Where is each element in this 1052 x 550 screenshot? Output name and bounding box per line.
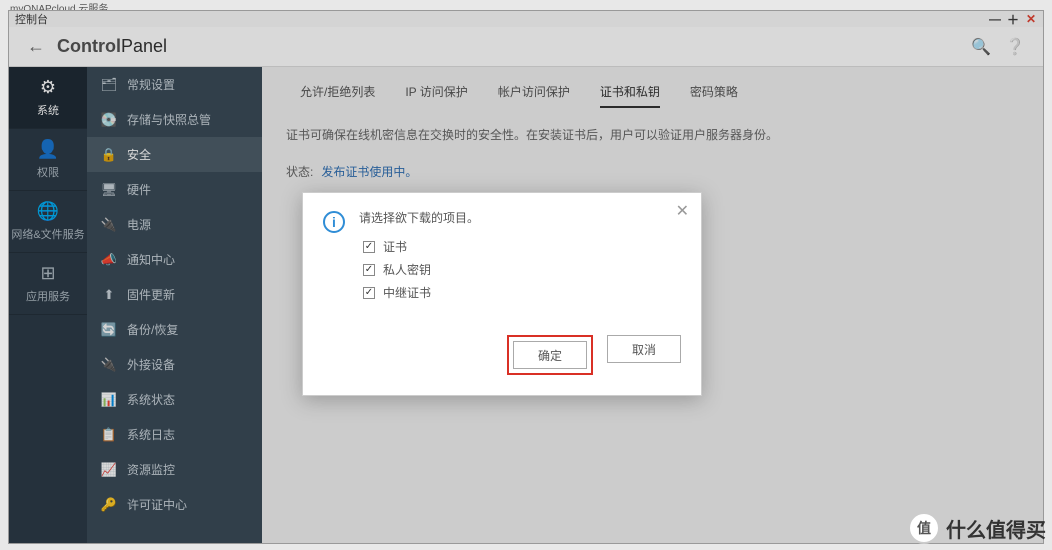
cancel-button[interactable]: 取消 (607, 335, 681, 363)
sub-menu-item[interactable]: 🔑 许可证中心 (87, 487, 262, 522)
sub-item-label: 存储与快照总管 (127, 111, 211, 128)
maximize-button[interactable]: ＋ (1007, 13, 1019, 25)
sub-item-icon: 🖥 (101, 182, 117, 198)
dialog-close-icon[interactable]: ✕ (676, 201, 689, 221)
window-controls: — ＋ ✕ (989, 13, 1037, 25)
checkbox-icon[interactable]: ✓ (363, 264, 375, 276)
tab[interactable]: IP 访问保护 (405, 83, 467, 108)
sub-item-icon: 📊 (101, 392, 117, 408)
checkbox-label: 证书 (383, 238, 407, 255)
sub-menu: 🗂 常规设置 💽 存储与快照总管 🔒 安全 🖥 硬件 🔌 电源 📣 通知中心 ⬆ 固件更新 🔄 备份/恢复 🔌 外… (87, 67, 262, 543)
sub-item-icon: 🔑 (101, 497, 117, 513)
sub-item-label: 备份/恢复 (127, 321, 178, 338)
watermark-text: 什么值得买 (946, 514, 1046, 543)
sub-menu-item[interactable]: ⬆ 固件更新 (87, 277, 262, 312)
rail-icon: 🌐 (37, 201, 59, 222)
rail-label: 网络&文件服务 (11, 226, 84, 242)
rail-icon: 👤 (37, 139, 59, 160)
sub-item-label: 电源 (127, 216, 151, 233)
rail-item[interactable]: 🌐 网络&文件服务 (9, 191, 87, 253)
sub-item-icon: 🔌 (101, 357, 117, 373)
rail-icon: ⚙ (40, 77, 56, 98)
help-icon[interactable]: ❔ (1005, 37, 1025, 57)
sub-item-icon: 🔒 (101, 147, 117, 163)
rail-label: 权限 (37, 164, 59, 180)
checkbox-row[interactable]: ✓ 证书 (363, 238, 479, 255)
rail-label: 应用服务 (26, 288, 70, 304)
sub-menu-item[interactable]: 🔌 外接设备 (87, 347, 262, 382)
info-icon: i (323, 211, 345, 233)
sub-menu-item[interactable]: 🖥 硬件 (87, 172, 262, 207)
download-dialog: ✕ i 请选择欲下载的项目。 ✓ 证书 ✓ 私人密钥 ✓ 中继证书 确定 取消 (302, 192, 702, 396)
panel-title: ControlPanel (57, 36, 167, 57)
checkbox-row[interactable]: ✓ 中继证书 (363, 284, 479, 301)
ok-button[interactable]: 确定 (513, 341, 587, 369)
checkbox-icon[interactable]: ✓ (363, 287, 375, 299)
tab[interactable]: 密码策略 (690, 83, 738, 108)
tab[interactable]: 证书和私钥 (600, 83, 660, 108)
sub-menu-item[interactable]: 🔒 安全 (87, 137, 262, 172)
checkbox-label: 中继证书 (383, 284, 431, 301)
window-title: 控制台 (15, 11, 48, 27)
status-row: 状态: 发布证书使用中。 (286, 163, 1019, 180)
search-icon[interactable]: 🔍 (971, 37, 991, 57)
checkbox-icon[interactable]: ✓ (363, 241, 375, 253)
rail-item[interactable]: ⊞ 应用服务 (9, 253, 87, 315)
sub-menu-item[interactable]: 📋 系统日志 (87, 417, 262, 452)
tab[interactable]: 帐户访问保护 (498, 83, 570, 108)
tab-bar: 允许/拒绝列表 IP 访问保护 帐户访问保护 证书和私钥 密码策略 (286, 83, 1019, 108)
panel-header: ← ControlPanel 🔍 ❔ (9, 27, 1043, 67)
dialog-prompt: 请选择欲下载的项目。 (359, 209, 479, 226)
close-button[interactable]: ✕ (1025, 13, 1037, 25)
sub-item-label: 固件更新 (127, 286, 175, 303)
sub-menu-item[interactable]: 📊 系统状态 (87, 382, 262, 417)
sub-menu-item[interactable]: 🔌 电源 (87, 207, 262, 242)
rail-label: 系统 (37, 102, 59, 118)
sub-item-icon: 📋 (101, 427, 117, 443)
description-text: 证书可确保在线机密信息在交换时的安全性。在安装证书后，用户可以验证用户服务器身份… (286, 126, 1019, 143)
sub-item-icon: 🔌 (101, 217, 117, 233)
back-arrow-icon[interactable]: ← (27, 36, 45, 57)
checkbox-label: 私人密钥 (383, 261, 431, 278)
tab[interactable]: 允许/拒绝列表 (300, 83, 375, 108)
sub-item-label: 硬件 (127, 181, 151, 198)
sub-item-icon: 💽 (101, 112, 117, 128)
rail-item[interactable]: 👤 权限 (9, 129, 87, 191)
sub-item-label: 系统日志 (127, 426, 175, 443)
sub-item-icon: 🗂 (101, 77, 117, 93)
status-value: 发布证书使用中。 (321, 163, 417, 180)
sub-item-label: 常规设置 (127, 76, 175, 93)
sub-item-icon: 🔄 (101, 322, 117, 338)
rail-icon: ⊞ (40, 263, 55, 284)
sub-item-label: 通知中心 (127, 251, 175, 268)
sub-menu-item[interactable]: 📣 通知中心 (87, 242, 262, 277)
sub-menu-item[interactable]: 📈 资源监控 (87, 452, 262, 487)
sub-item-label: 安全 (127, 146, 151, 163)
sub-menu-item[interactable]: 💽 存储与快照总管 (87, 102, 262, 137)
checkbox-row[interactable]: ✓ 私人密钥 (363, 261, 479, 278)
sub-item-label: 资源监控 (127, 461, 175, 478)
sub-item-icon: ⬆ (101, 287, 117, 303)
sub-item-icon: 📈 (101, 462, 117, 478)
sub-item-label: 外接设备 (127, 356, 175, 373)
sub-item-label: 许可证中心 (127, 496, 187, 513)
rail-item[interactable]: ⚙ 系统 (9, 67, 87, 129)
ok-highlight: 确定 (507, 335, 593, 375)
minimize-button[interactable]: — (989, 13, 1001, 25)
status-label: 状态: (286, 163, 313, 180)
sub-menu-item[interactable]: 🔄 备份/恢复 (87, 312, 262, 347)
category-rail: ⚙ 系统 👤 权限 🌐 网络&文件服务 ⊞ 应用服务 (9, 67, 87, 543)
sub-item-label: 系统状态 (127, 391, 175, 408)
watermark-logo-icon: 值 (908, 512, 940, 544)
watermark: 值 什么值得买 (908, 512, 1046, 544)
sub-item-icon: 📣 (101, 252, 117, 268)
title-bar: 控制台 — ＋ ✕ (9, 11, 1043, 27)
sub-menu-item[interactable]: 🗂 常规设置 (87, 67, 262, 102)
